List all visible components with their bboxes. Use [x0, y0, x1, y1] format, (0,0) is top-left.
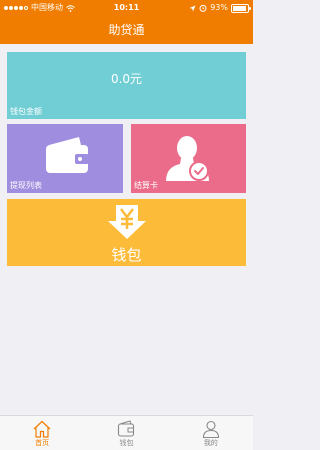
status-bar: 中国移动 10:11 93%	[0, 0, 253, 16]
tab-mine-label: 我的	[203, 439, 218, 447]
nav-bar: 助贷通	[0, 16, 253, 44]
tab-home-label: 首页	[35, 439, 50, 447]
balance-amount: 0.0元	[110, 72, 143, 86]
status-right: 93%	[189, 0, 251, 16]
wallet-icon	[118, 420, 135, 437]
card-caption: 结算卡	[134, 181, 158, 190]
withdraw-list-tile[interactable]: 提现列表	[7, 124, 123, 193]
user-check-icon	[166, 136, 209, 181]
location-arrow-icon	[189, 5, 196, 11]
battery-percent: 93%	[210, 3, 228, 12]
wallet-balance-tile[interactable]: 0.0元 钱包金额	[7, 52, 246, 119]
battery-icon	[231, 3, 251, 13]
withdraw-caption: 提现列表	[10, 181, 42, 190]
alarm-icon	[199, 4, 207, 12]
yen-download-icon	[108, 205, 146, 239]
wallet-label: 钱包	[111, 246, 142, 264]
wallet-tile[interactable]: 钱包	[7, 199, 246, 266]
tab-wallet-label: 钱包	[119, 439, 134, 447]
settlement-card-tile[interactable]: 结算卡	[131, 124, 246, 193]
balance-caption: 钱包金额	[10, 107, 42, 116]
tab-home[interactable]: 首页	[0, 416, 84, 450]
wallet-icon	[46, 137, 89, 173]
tab-mine[interactable]: 我的	[169, 416, 253, 450]
user-icon	[202, 420, 219, 438]
tab-bar: 首页 钱包 我的	[0, 415, 253, 450]
home-icon	[33, 420, 51, 438]
tab-wallet[interactable]: 钱包	[84, 416, 168, 450]
page-title: 助贷通	[108, 23, 145, 37]
